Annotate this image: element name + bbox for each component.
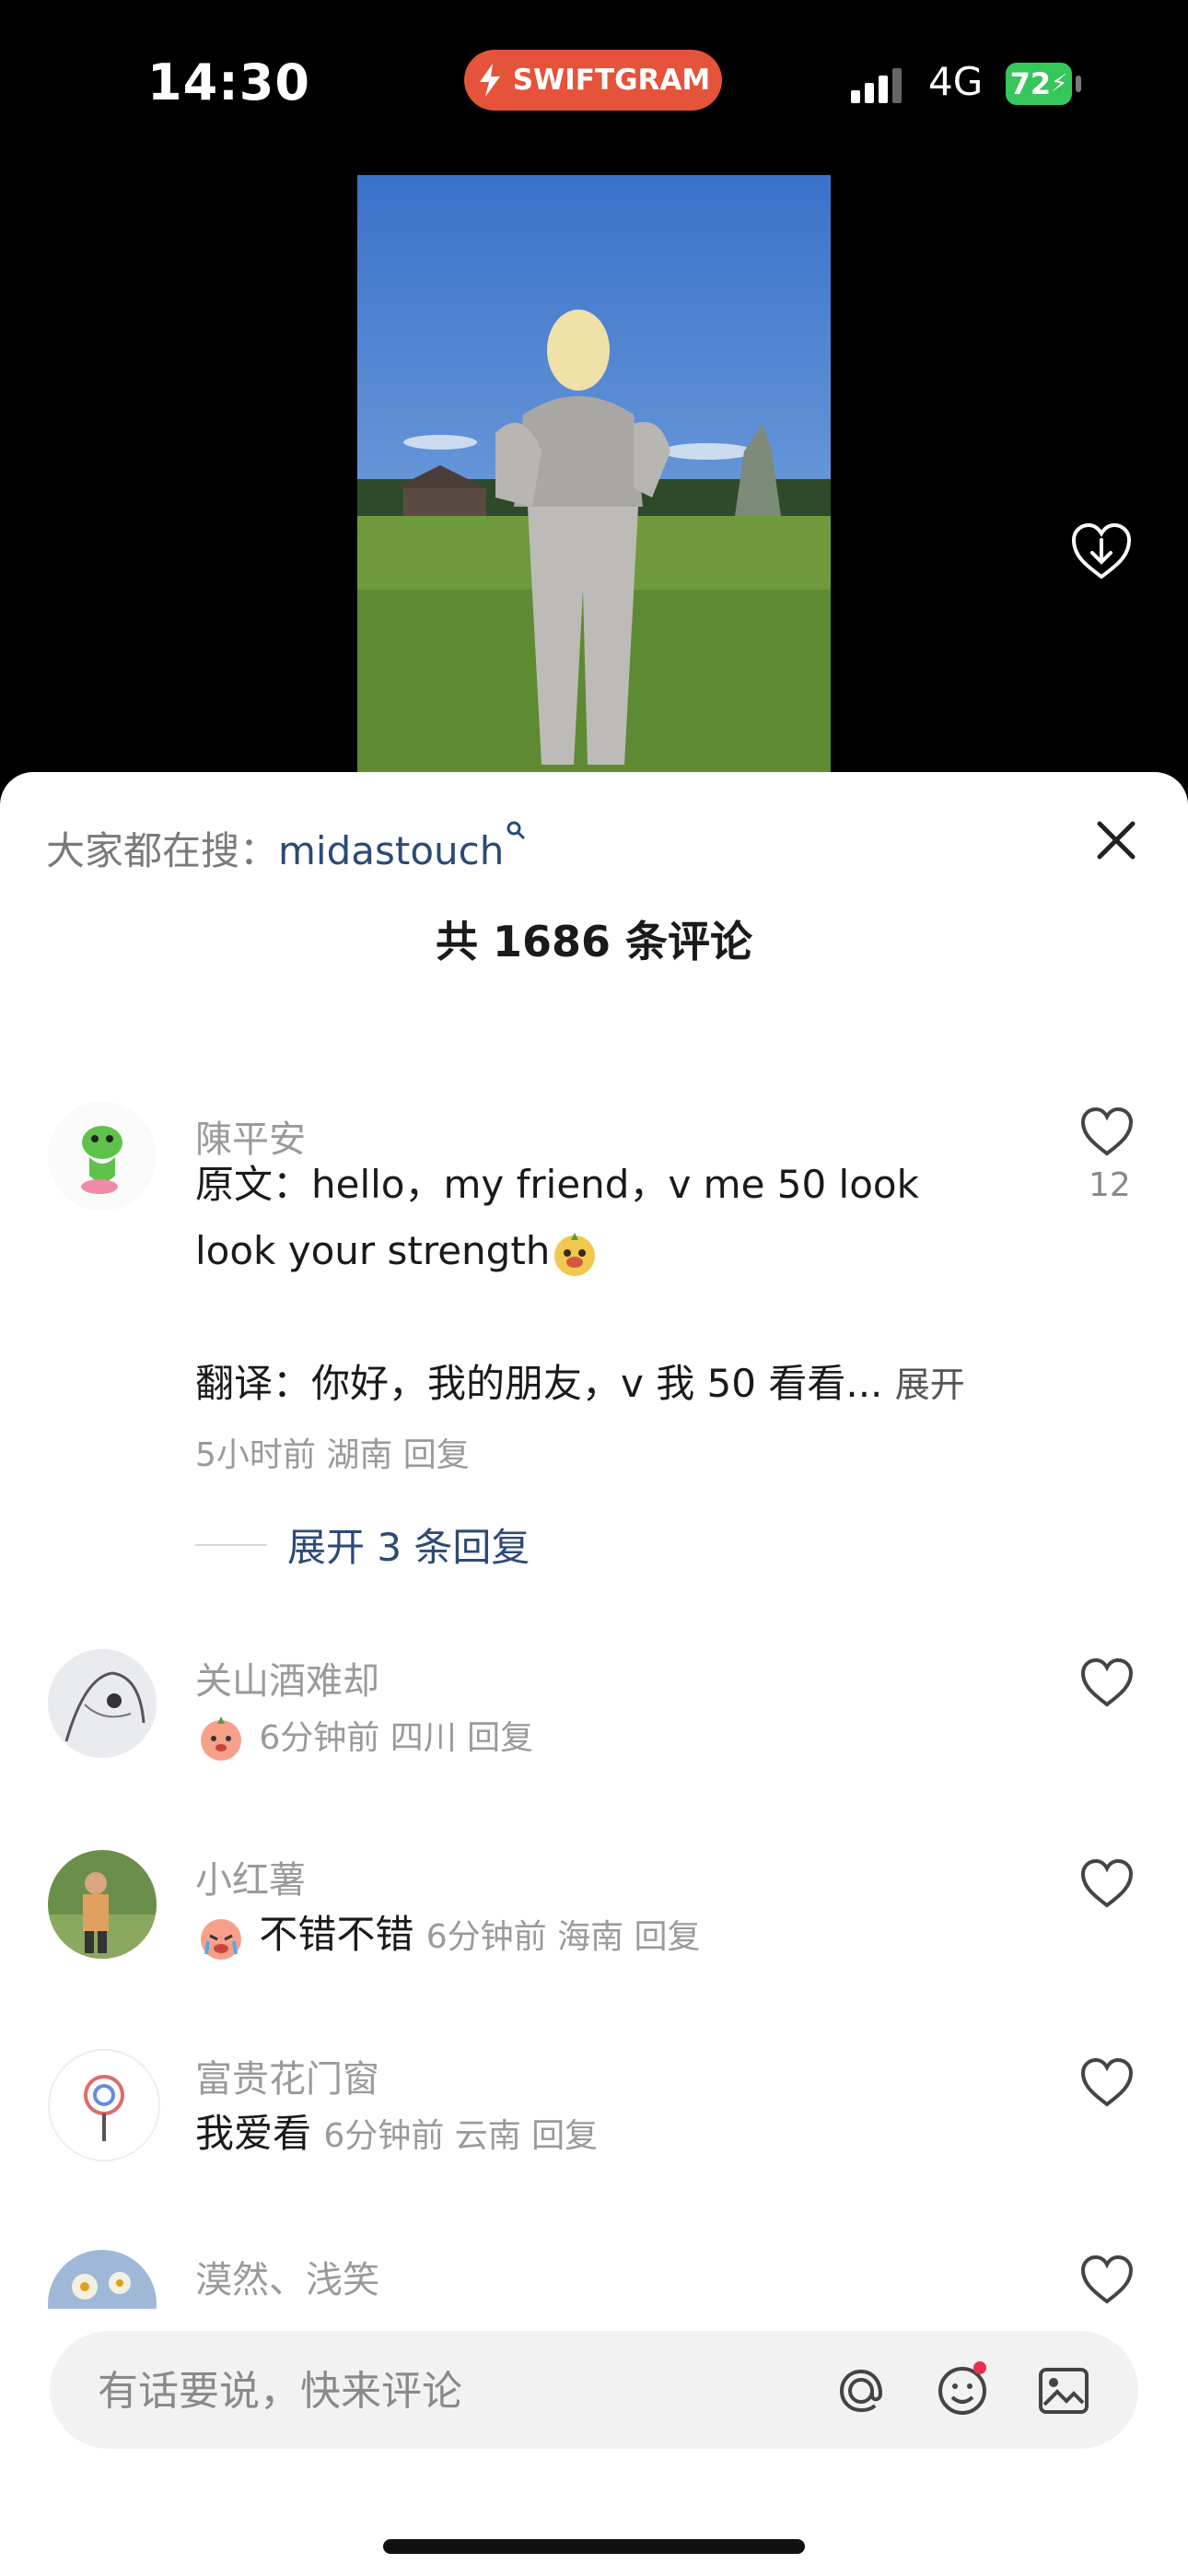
- comment-input[interactable]: [96, 2331, 799, 2451]
- flower-avatar-icon: [48, 2250, 157, 2309]
- comment-text: 我爱看: [195, 2111, 312, 2156]
- expand-replies[interactable]: 展开 3 条回复: [195, 1516, 530, 1573]
- video-frame-image: [357, 175, 831, 774]
- comment-meta[interactable]: 6分钟前 四川 回复: [259, 1719, 533, 1757]
- comment-meta[interactable]: 6分钟前 海南 回复: [426, 1918, 701, 1956]
- expand-replies-label[interactable]: 展开 3 条回复: [287, 1516, 530, 1573]
- comment-author[interactable]: 关山酒难却: [195, 1651, 379, 1704]
- swiftgram-badge[interactable]: SWIFTGRAM: [464, 50, 722, 111]
- divider-line: [195, 1543, 267, 1546]
- comment-text-row: 不错不错 6分钟前 海南 回复: [195, 1902, 701, 1971]
- video-player[interactable]: [357, 175, 831, 774]
- comment-text: 原文：hello，my friend，v me 50 look look you…: [195, 1152, 965, 1418]
- battery-level: 72: [1009, 66, 1052, 101]
- mention-icon[interactable]: [831, 2360, 891, 2421]
- lightning-icon: [479, 64, 500, 97]
- comment-meta[interactable]: 5小时前 湖南 回复: [195, 1428, 470, 1476]
- home-indicator[interactable]: [383, 2539, 805, 2554]
- charging-icon: ⚡: [1051, 70, 1068, 98]
- avatar[interactable]: [48, 1649, 157, 1758]
- avatar[interactable]: [48, 1102, 157, 1211]
- heart-icon[interactable]: [1079, 1857, 1135, 1909]
- lollipop-avatar-icon: [84, 2075, 124, 2141]
- photo-avatar-icon: [48, 1850, 157, 1959]
- comment-text-row: 我爱看 6分钟前 云南 回复: [195, 2101, 598, 2170]
- search-icon: [507, 821, 526, 840]
- swiftgram-label: SWIFTGRAM: [512, 64, 711, 97]
- heart-icon[interactable]: [1079, 2254, 1135, 2305]
- status-bar: 14:30 SWIFTGRAM 4G 72 ⚡: [0, 0, 1188, 166]
- comment-text-line: look your strength: [195, 1228, 551, 1273]
- trending-search[interactable]: 大家都在搜：midastouch: [46, 820, 526, 876]
- comment-text: 不错不错: [259, 1912, 414, 1957]
- face-emoji-icon: [195, 1713, 247, 1764]
- avatar[interactable]: [48, 2049, 160, 2161]
- status-time: 14:30: [147, 53, 310, 111]
- comment-text-line-with-emoji: look your strength: [195, 1218, 965, 1284]
- crying-emoji-icon: [195, 1912, 247, 1963]
- heart-icon[interactable]: [1079, 1657, 1135, 1708]
- signal-icon: [851, 68, 902, 103]
- mole-emoji-icon: [550, 1229, 600, 1279]
- image-icon[interactable]: [1033, 2360, 1094, 2421]
- comment-text-row: 6分钟前 四川 回复: [195, 1703, 533, 1772]
- trending-keyword[interactable]: midastouch: [278, 828, 504, 873]
- emoji-icon[interactable]: [932, 2360, 993, 2421]
- download-icon[interactable]: [1068, 518, 1135, 584]
- comments-sheet: 大家都在搜：midastouch 共 1686 条评论 陳平安 原文：hello…: [0, 772, 1188, 2576]
- avatar[interactable]: [48, 1850, 157, 1959]
- comment-input-bar: [50, 2331, 1138, 2451]
- close-icon[interactable]: [1092, 816, 1140, 864]
- comment-author[interactable]: 小红薯: [195, 1850, 306, 1903]
- comment-author[interactable]: 漠然、浅笑: [195, 2250, 379, 2303]
- battery-tip: [1076, 76, 1081, 92]
- comment-meta[interactable]: 6分钟前 云南 回复: [323, 2117, 598, 2155]
- expand-text-button[interactable]: 展开: [895, 1364, 965, 1405]
- network-type: 4G: [928, 59, 984, 104]
- sketch-avatar-icon: [48, 1649, 157, 1758]
- comment-text-line: 原文：hello，my friend，v me 50 look: [195, 1162, 919, 1207]
- comment-count-title: 共 1686 条评论: [435, 917, 753, 966]
- avatar[interactable]: [48, 2250, 157, 2309]
- heart-icon[interactable]: [1079, 1106, 1135, 1157]
- comment-text-line: 翻译：你好，我的朋友，v 我 50 看看...: [195, 1361, 883, 1406]
- snake-avatar-icon: [48, 1102, 157, 1211]
- heart-icon[interactable]: [1079, 2056, 1135, 2108]
- comment-author[interactable]: 富贵花门窗: [195, 2049, 379, 2102]
- battery-indicator: 72 ⚡: [1006, 63, 1072, 105]
- comment-translation-line: 翻译：你好，我的朋友，v 我 50 看看... 展开: [195, 1351, 965, 1418]
- like-count: 12: [1089, 1166, 1131, 1204]
- comment-item: 漠然、浅笑: [0, 2250, 1188, 2309]
- trending-prefix: 大家都在搜：: [46, 828, 279, 873]
